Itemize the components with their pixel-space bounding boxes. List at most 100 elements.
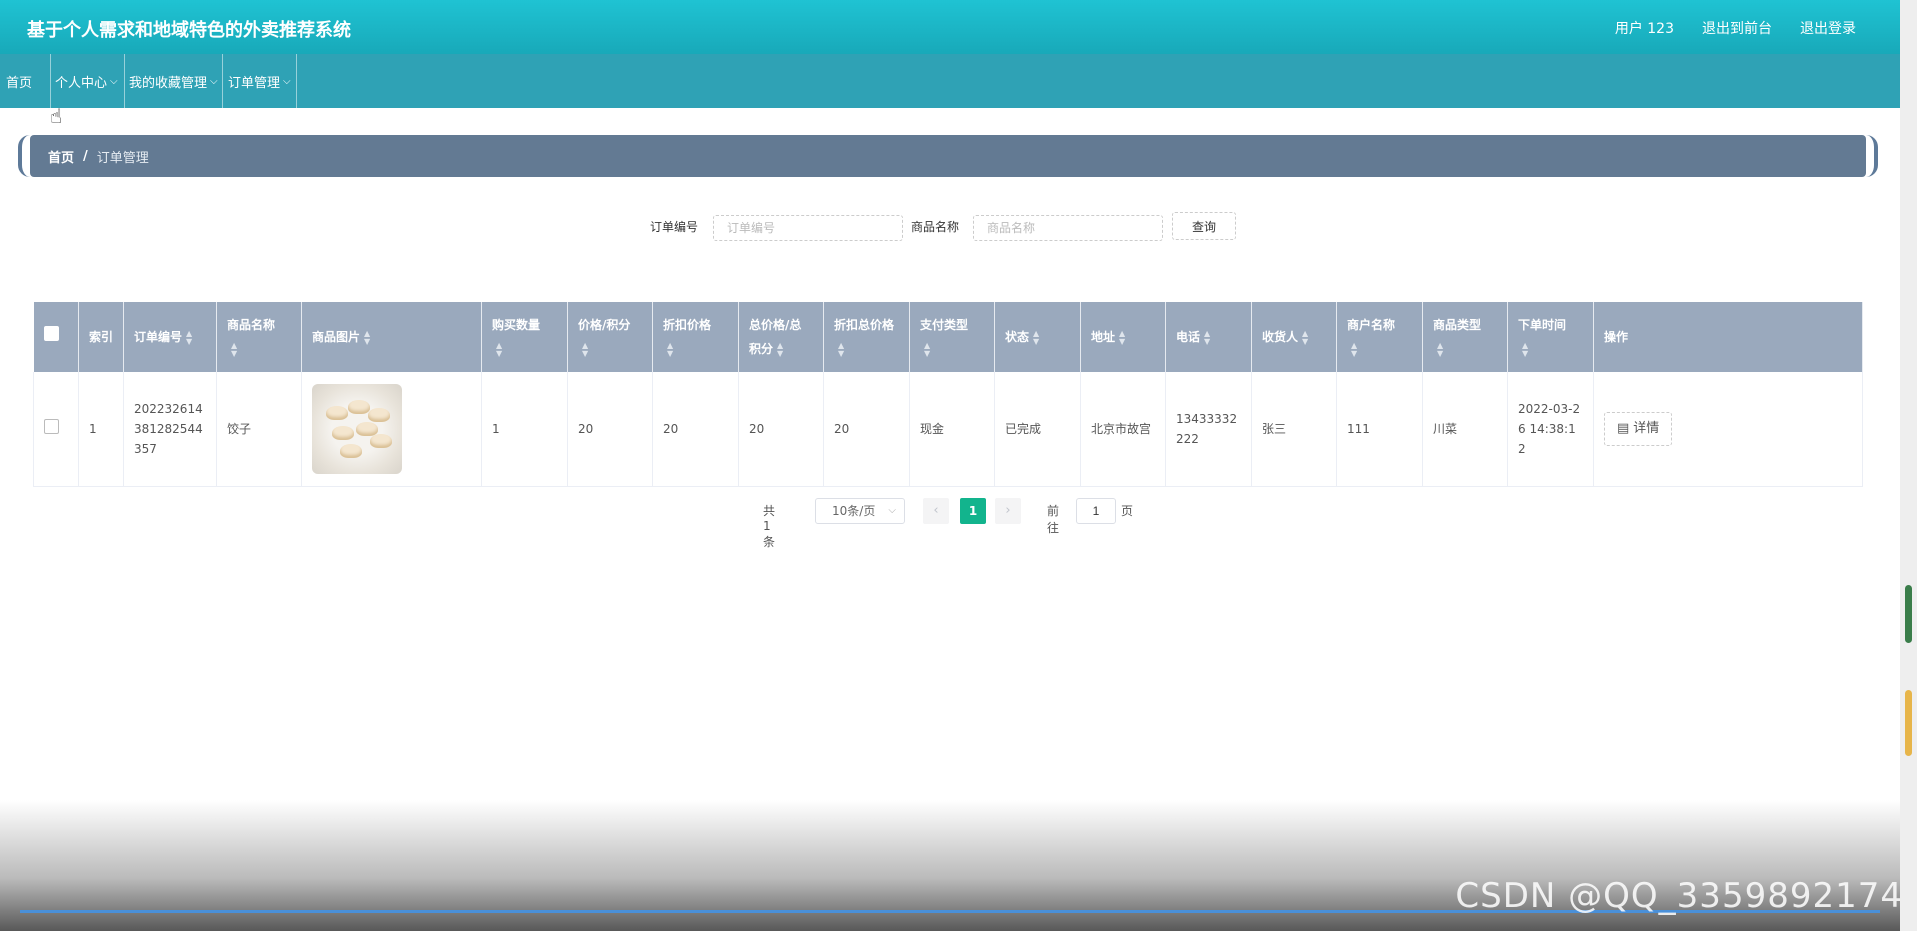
chevron-down-icon: ⌵	[283, 75, 291, 87]
merchant-cell: 111	[1336, 372, 1423, 487]
order-no-label: 订单编号	[650, 220, 699, 234]
page-suffix: 页	[1121, 504, 1134, 518]
column-header[interactable]: 总价格/总积分 ▲ ▼	[738, 302, 824, 372]
sort-icon[interactable]: ▲ ▼	[1119, 329, 1125, 346]
nav-item-label: 我的收藏管理	[129, 75, 208, 91]
column-header-label: 索引	[89, 330, 114, 344]
column-header[interactable]: 价格/积分 ▲ ▼	[567, 302, 653, 372]
orders-table: 索引 订单编号 ▲ ▼ 商品名称 ▲ ▼ 商品图片 ▲ ▼ 购买数量 ▲ ▼ 价格/积分 ▲ ▼ 折…	[33, 302, 1863, 487]
column-header[interactable]: 收货人 ▲ ▼	[1251, 302, 1337, 372]
chevron-down-icon: ⌵	[110, 75, 118, 87]
query-button[interactable]: 查询	[1172, 212, 1236, 240]
top-header: 基于个人需求和地域特色的外卖推荐系统 用户 123 退出到前台 退出登录	[0, 0, 1900, 54]
quantity-cell: 1	[481, 372, 568, 487]
column-header[interactable]: 折扣总价格 ▲ ▼	[823, 302, 910, 372]
page-number-button[interactable]: 1	[960, 498, 986, 524]
column-header[interactable]: 商品名称 ▲ ▼	[216, 302, 302, 372]
column-header[interactable]: 电话 ▲ ▼	[1165, 302, 1252, 372]
column-header-label: 价格/积分	[578, 318, 631, 332]
chevron-down-icon: ⌵	[210, 75, 218, 87]
column-header-label: 订单编号	[134, 330, 183, 344]
hand-cursor-icon: ☝	[50, 104, 63, 128]
exit-to-frontend-link[interactable]: 退出到前台	[1702, 18, 1772, 38]
product-name-label: 商品名称	[911, 220, 960, 234]
nav-item-favorites[interactable]: 我的收藏管理 ⌵	[124, 54, 222, 108]
table-row: 1 202232614381282544357 饺子 1 20 20 20 20…	[33, 372, 1863, 487]
sort-icon[interactable]: ▲ ▼	[1437, 341, 1443, 358]
sort-icon[interactable]: ▲ ▼	[667, 341, 673, 358]
sort-icon[interactable]: ▲ ▼	[1351, 341, 1357, 358]
receiver-cell: 张三	[1251, 372, 1337, 487]
page-size-value: 10条/页	[832, 504, 876, 518]
nav-item-label: 订单管理	[228, 75, 281, 91]
column-header: 索引	[78, 302, 124, 372]
discount-total-cell: 20	[823, 372, 910, 487]
dumplings-image	[312, 384, 402, 474]
nav-item-label: 首页	[6, 75, 33, 91]
action-cell: ▤ 详情	[1593, 372, 1863, 487]
order-time-cell: 2022-03-26 14:38:12	[1507, 372, 1594, 487]
sort-icon[interactable]: ▲ ▼	[777, 341, 783, 358]
column-header[interactable]: 商品类型 ▲ ▼	[1422, 302, 1508, 372]
product-name-input[interactable]	[973, 215, 1163, 241]
column-header-label: 电话	[1176, 330, 1201, 344]
site-title: 基于个人需求和地域特色的外卖推荐系统	[27, 20, 351, 41]
address-cell: 北京市故宫	[1080, 372, 1166, 487]
page-size-select[interactable]: 10条/页 ⌵	[815, 498, 905, 524]
column-header[interactable]: 商户名称 ▲ ▼	[1336, 302, 1423, 372]
price-cell: 20	[567, 372, 653, 487]
breadcrumb-current: 订单管理	[96, 150, 149, 166]
column-header[interactable]: 状态 ▲ ▼	[994, 302, 1081, 372]
order-no-input[interactable]	[713, 215, 903, 241]
sort-icon[interactable]: ▲ ▼	[1522, 341, 1528, 358]
column-header[interactable]: 下单时间 ▲ ▼	[1507, 302, 1594, 372]
chevron-left-icon: ‹	[933, 503, 939, 518]
column-header[interactable]: 折扣价格 ▲ ▼	[652, 302, 739, 372]
column-header[interactable]: 支付类型 ▲ ▼	[909, 302, 995, 372]
detail-button-label: 详情	[1633, 421, 1660, 436]
sort-icon[interactable]: ▲ ▼	[231, 341, 237, 358]
sort-icon[interactable]: ▲ ▼	[924, 341, 930, 358]
sort-icon[interactable]: ▲ ▼	[838, 341, 844, 358]
breadcrumb-separator: /	[83, 148, 88, 164]
select-all-checkbox[interactable]	[43, 326, 59, 341]
breadcrumb-bar: 首页 / 订单管理	[30, 135, 1866, 177]
total-count: 共 1 条	[763, 504, 776, 549]
user-link[interactable]: 用户 123	[1615, 18, 1674, 38]
sort-icon[interactable]: ▲ ▼	[1033, 329, 1039, 346]
prev-page-button[interactable]: ‹	[923, 498, 949, 524]
column-header[interactable]: 购买数量 ▲ ▼	[481, 302, 568, 372]
nav-item-label: 个人中心	[55, 75, 108, 91]
nav-item-personal-center[interactable]: 个人中心 ⌵	[50, 54, 128, 108]
nav-item-orders[interactable]: 订单管理 ⌵	[222, 54, 297, 108]
column-header-label: 商品类型	[1433, 318, 1482, 332]
detail-button[interactable]: ▤ 详情	[1604, 412, 1673, 446]
sort-icon[interactable]: ▲ ▼	[1302, 329, 1308, 346]
scrollbar-track[interactable]	[1900, 0, 1917, 931]
sort-icon[interactable]: ▲ ▼	[186, 329, 192, 346]
chevron-down-icon: ⌵	[888, 505, 896, 516]
row-checkbox[interactable]	[44, 418, 59, 434]
nav-item-home[interactable]: 首页	[6, 54, 32, 108]
total-price-cell: 20	[738, 372, 824, 487]
column-header: 操作	[1593, 302, 1863, 372]
logout-link[interactable]: 退出登录	[1800, 18, 1856, 38]
sort-icon[interactable]: ▲ ▼	[1204, 329, 1210, 346]
goto-label: 前往	[1047, 504, 1060, 535]
goto-page-input[interactable]	[1076, 498, 1116, 524]
sort-icon[interactable]: ▲ ▼	[496, 341, 502, 358]
main-nav: 首页 个人中心 ⌵ 我的收藏管理 ⌵ 订单管理 ⌵	[0, 54, 1900, 108]
scrollbar-thumb[interactable]	[1905, 585, 1912, 643]
breadcrumb-home[interactable]: 首页	[48, 147, 74, 166]
index-cell: 1	[78, 372, 124, 487]
next-page-button[interactable]: ›	[995, 498, 1021, 524]
scrollbar-marker	[1905, 690, 1912, 756]
sort-icon[interactable]: ▲ ▼	[582, 341, 588, 358]
column-header-label: 操作	[1604, 330, 1629, 344]
document-icon: ▤	[1617, 421, 1630, 436]
watermark: CSDN @QQ_3359892174	[1455, 876, 1903, 916]
sort-icon[interactable]: ▲ ▼	[364, 329, 370, 346]
column-header[interactable]: 订单编号 ▲ ▼	[123, 302, 217, 372]
column-header[interactable]: 商品图片 ▲ ▼	[301, 302, 482, 372]
column-header[interactable]: 地址 ▲ ▼	[1080, 302, 1166, 372]
